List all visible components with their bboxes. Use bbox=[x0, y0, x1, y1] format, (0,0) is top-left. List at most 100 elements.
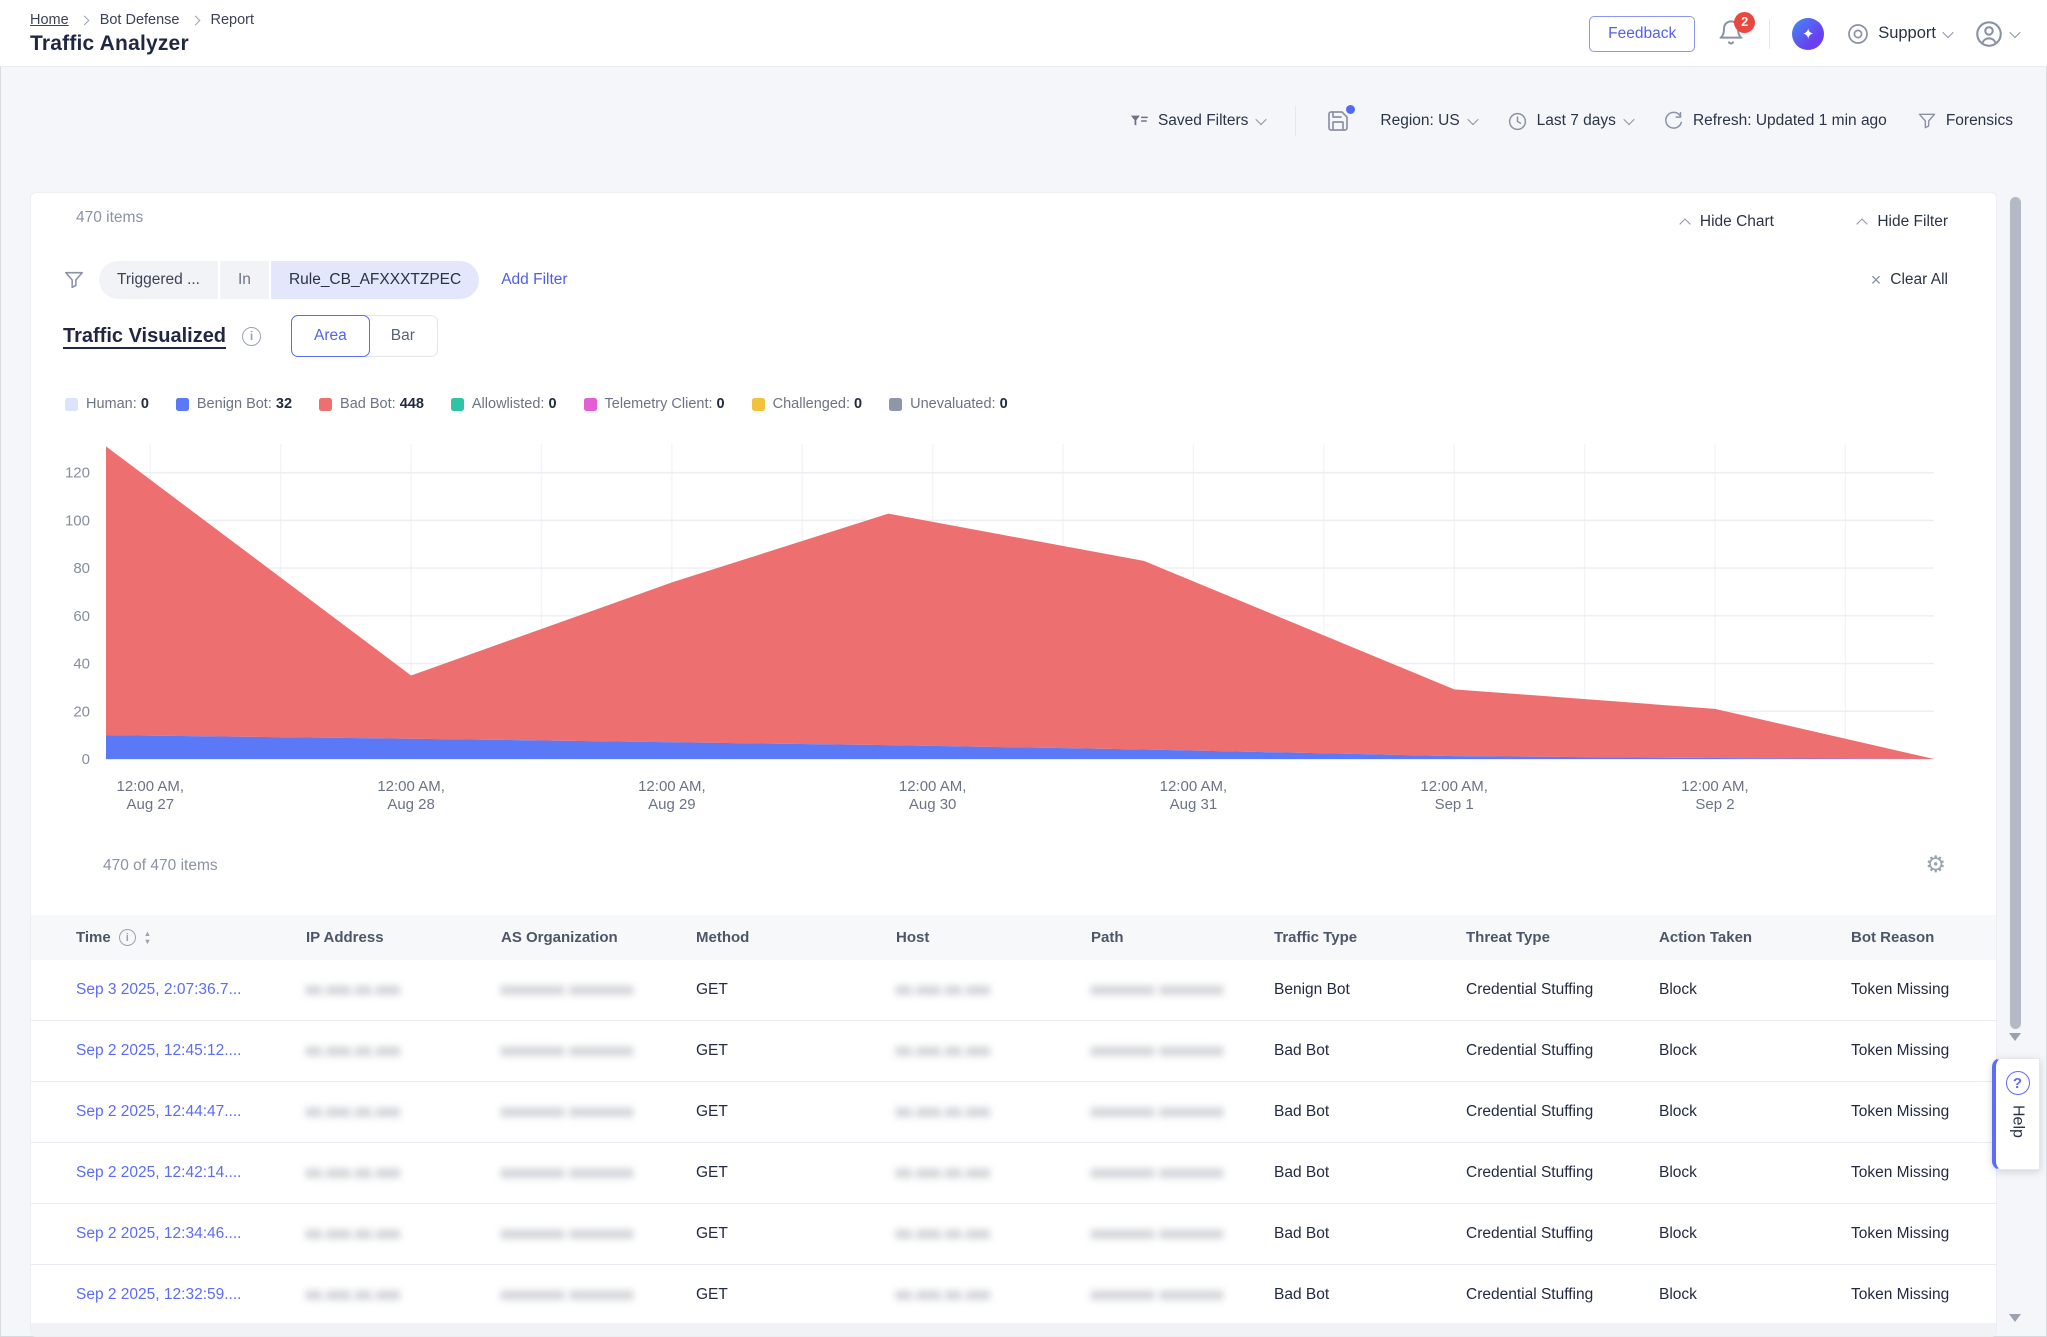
legend-item-telemetry-client[interactable]: Telemetry Client: 0 bbox=[584, 396, 725, 412]
svg-text:120: 120 bbox=[65, 465, 90, 482]
column-header-threat-type[interactable]: Threat Type bbox=[1466, 929, 1659, 946]
events-table: Timei▲▼IP AddressAS OrganizationMethodHo… bbox=[31, 915, 1996, 1326]
row-threat-type: Credential Stuffing bbox=[1466, 1286, 1659, 1304]
legend-item-benign-bot[interactable]: Benign Bot: 32 bbox=[176, 396, 292, 412]
help-question-icon: ? bbox=[2006, 1071, 2030, 1095]
legend-item-bad-bot[interactable]: Bad Bot: 448 bbox=[319, 396, 424, 412]
clear-all-label: Clear All bbox=[1890, 271, 1948, 289]
row-time-link[interactable]: Sep 2 2025, 12:32:59.... bbox=[76, 1286, 241, 1303]
forensics-label: Forensics bbox=[1946, 112, 2013, 130]
region-selector[interactable]: Region: US bbox=[1380, 112, 1476, 130]
svg-text:0: 0 bbox=[82, 751, 90, 768]
traffic-area-chart[interactable]: 02040608010012012:00 AM,Aug 2712:00 AM,A… bbox=[46, 439, 1951, 834]
chart-title[interactable]: Traffic Visualized bbox=[63, 325, 226, 348]
column-header-traffic-type[interactable]: Traffic Type bbox=[1274, 929, 1466, 946]
chart-legend: Human: 0 Benign Bot: 32 Bad Bot: 448 Allowl… bbox=[65, 396, 1008, 412]
clear-all-button[interactable]: × Clear All bbox=[1871, 271, 1948, 289]
active-filter-chip[interactable]: Triggered ... In Rule_CB_AFXXXTZPEC bbox=[99, 261, 479, 299]
column-header-time[interactable]: Timei▲▼ bbox=[76, 929, 306, 946]
legend-item-challenged[interactable]: Challenged: 0 bbox=[752, 396, 863, 412]
row-time-link[interactable]: Sep 2 2025, 12:34:46.... bbox=[76, 1225, 241, 1242]
redacted-host: xx.xxx.xx.xxx bbox=[896, 1225, 991, 1241]
traffic-analyzer-page: { "header": { "breadcrumb": ["Home", "Bo… bbox=[0, 0, 2047, 1337]
legend-swatch bbox=[65, 398, 78, 411]
svg-text:Aug 30: Aug 30 bbox=[909, 796, 957, 813]
row-bot-reason: Token Missing bbox=[1851, 1103, 1996, 1121]
filter-value[interactable]: Rule_CB_AFXXXTZPEC bbox=[271, 261, 479, 299]
filter-field[interactable]: Triggered ... bbox=[99, 261, 218, 299]
row-method: GET bbox=[696, 1164, 896, 1182]
row-threat-type: Credential Stuffing bbox=[1466, 1042, 1659, 1060]
info-icon[interactable]: i bbox=[119, 929, 136, 946]
legend-item-human[interactable]: Human: 0 bbox=[65, 396, 149, 412]
redacted-host: xx.xxx.xx.xxx bbox=[896, 981, 991, 997]
scroll-down-arrow-icon[interactable] bbox=[2009, 1314, 2021, 1322]
row-time-link[interactable]: Sep 2 2025, 12:44:47.... bbox=[76, 1103, 241, 1120]
row-action-taken: Block bbox=[1659, 1286, 1851, 1304]
breadcrumb-bot-defense[interactable]: Bot Defense bbox=[100, 12, 180, 28]
toggle-area-button[interactable]: Area bbox=[291, 315, 370, 357]
column-header-bot-reason[interactable]: Bot Reason bbox=[1851, 929, 1996, 946]
row-bot-reason: Token Missing bbox=[1851, 981, 1996, 999]
hide-filter-toggle[interactable]: Hide Filter bbox=[1858, 213, 1948, 231]
legend-item-unevaluated[interactable]: Unevaluated: 0 bbox=[889, 396, 1008, 412]
table-row: Sep 2 2025, 12:45:12....xx.xxx.xx.xxxxxx… bbox=[31, 1021, 1996, 1082]
row-bot-reason: Token Missing bbox=[1851, 1042, 1996, 1060]
row-bot-reason: Token Missing bbox=[1851, 1225, 1996, 1243]
feedback-button[interactable]: Feedback bbox=[1589, 16, 1695, 52]
user-menu[interactable] bbox=[1974, 19, 2019, 49]
chevron-up-icon bbox=[1857, 218, 1868, 229]
column-header-action-taken[interactable]: Action Taken bbox=[1659, 929, 1851, 946]
header-divider bbox=[1769, 19, 1770, 49]
hide-chart-toggle[interactable]: Hide Chart bbox=[1681, 213, 1774, 231]
redacted-path: xxxxxxxx xxxxxxxx bbox=[1091, 1042, 1224, 1058]
time-range-selector[interactable]: Last 7 days bbox=[1507, 111, 1633, 132]
column-header-path[interactable]: Path bbox=[1091, 929, 1274, 946]
hide-chart-label: Hide Chart bbox=[1700, 213, 1774, 231]
support-menu[interactable]: Support bbox=[1846, 22, 1952, 46]
legend-swatch bbox=[889, 398, 902, 411]
table-header-row: Timei▲▼IP AddressAS OrganizationMethodHo… bbox=[31, 915, 1996, 960]
redacted-as-organization: xxxxxxxx xxxxxxxx bbox=[501, 981, 634, 997]
table-settings-gear-icon[interactable]: ⚙ bbox=[1925, 853, 1946, 876]
row-method: GET bbox=[696, 981, 896, 999]
row-time-link[interactable]: Sep 3 2025, 2:07:36.7... bbox=[76, 981, 241, 998]
column-header-host[interactable]: Host bbox=[896, 929, 1091, 946]
life-ring-icon bbox=[1846, 22, 1870, 46]
column-header-as-organization[interactable]: AS Organization bbox=[501, 929, 696, 946]
column-header-method[interactable]: Method bbox=[696, 929, 896, 946]
chevron-down-icon bbox=[1623, 114, 1634, 125]
row-time-link[interactable]: Sep 2 2025, 12:45:12.... bbox=[76, 1042, 241, 1059]
svg-text:12:00 AM,: 12:00 AM, bbox=[638, 778, 706, 795]
toggle-bar-button[interactable]: Bar bbox=[369, 316, 437, 356]
horizontal-scrollbar-track[interactable] bbox=[31, 1323, 1996, 1336]
time-range-label: Last 7 days bbox=[1537, 112, 1616, 130]
redacted-ip: xx.xxx.xx.xxx bbox=[306, 1225, 401, 1241]
breadcrumb-home[interactable]: Home bbox=[30, 12, 69, 28]
forensics-button[interactable]: Forensics bbox=[1917, 111, 2013, 131]
row-traffic-type: Bad Bot bbox=[1274, 1103, 1466, 1121]
breadcrumb-report[interactable]: Report bbox=[211, 12, 255, 28]
info-icon[interactable]: i bbox=[242, 327, 261, 346]
chart-header: Traffic Visualized i Area Bar bbox=[63, 315, 438, 357]
filter-operator[interactable]: In bbox=[220, 261, 269, 299]
save-filter-button[interactable] bbox=[1326, 109, 1350, 133]
row-time-link[interactable]: Sep 2 2025, 12:42:14.... bbox=[76, 1164, 241, 1181]
notifications-bell[interactable]: 2 bbox=[1717, 19, 1747, 49]
funnel-icon bbox=[1917, 111, 1937, 131]
help-tab[interactable]: ? Help bbox=[1992, 1058, 2040, 1170]
saved-filters-dropdown[interactable]: Saved Filters bbox=[1129, 112, 1265, 130]
refresh-button[interactable]: Refresh: Updated 1 min ago bbox=[1663, 111, 1887, 132]
table-row: Sep 2 2025, 12:34:46....xx.xxx.xx.xxxxxx… bbox=[31, 1204, 1996, 1265]
vertical-scrollbar-thumb[interactable] bbox=[2010, 197, 2021, 1029]
svg-text:Aug 27: Aug 27 bbox=[127, 796, 175, 813]
scroll-down-arrow-icon[interactable] bbox=[2009, 1033, 2021, 1041]
add-filter-button[interactable]: Add Filter bbox=[501, 271, 567, 289]
ai-assistant-icon[interactable]: ✦ bbox=[1792, 18, 1824, 50]
sort-icon[interactable]: ▲▼ bbox=[144, 930, 151, 946]
redacted-host: xx.xxx.xx.xxx bbox=[896, 1103, 991, 1119]
legend-item-allowlisted[interactable]: Allowlisted: 0 bbox=[451, 396, 557, 412]
redacted-path: xxxxxxxx xxxxxxxx bbox=[1091, 1164, 1224, 1180]
unsaved-changes-dot bbox=[1346, 105, 1355, 114]
column-header-ip-address[interactable]: IP Address bbox=[306, 929, 501, 946]
